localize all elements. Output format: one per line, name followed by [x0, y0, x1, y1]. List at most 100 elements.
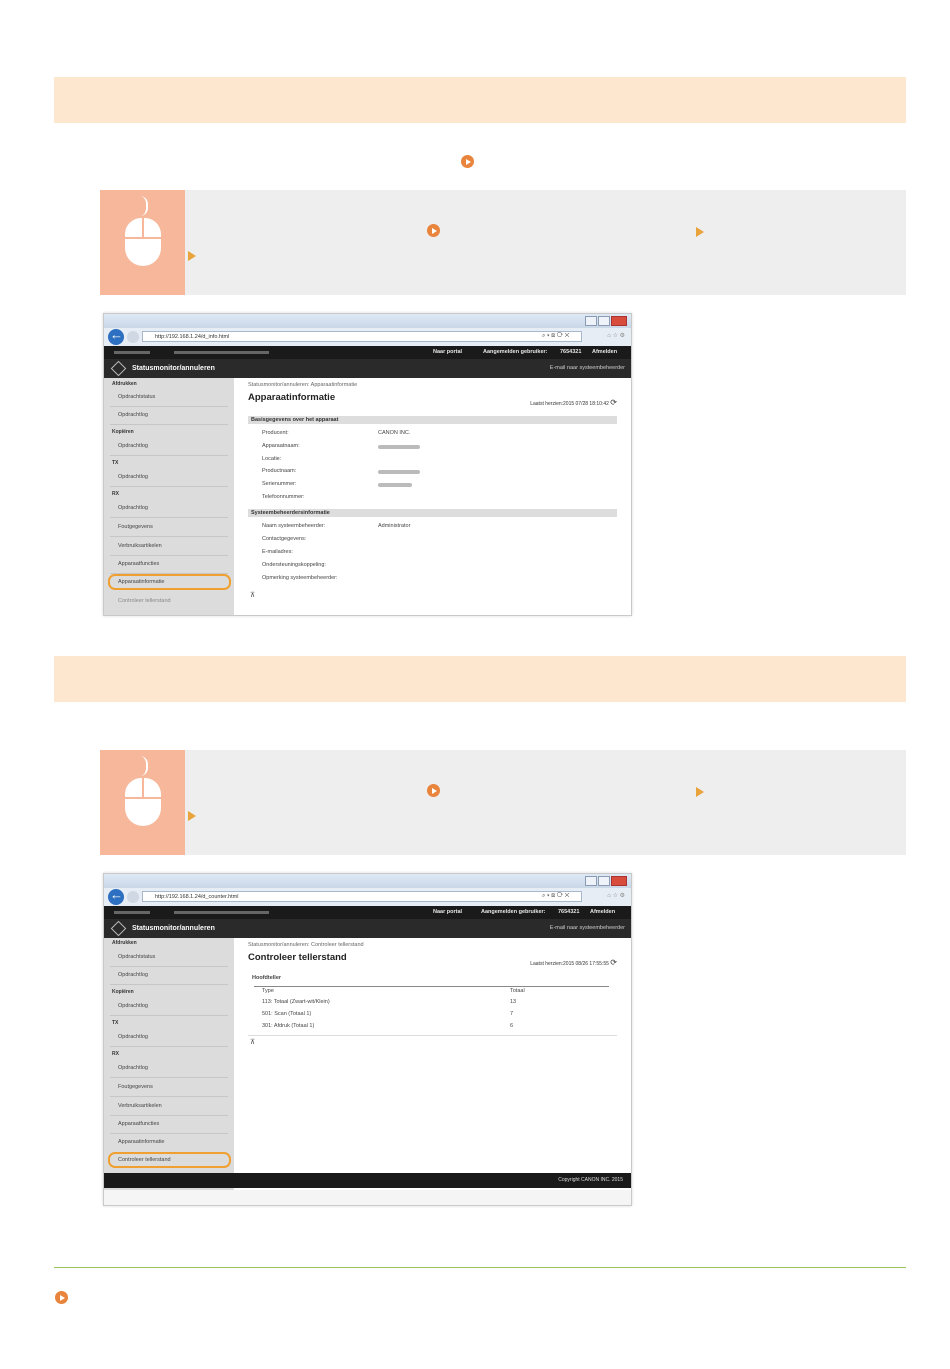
portal-link[interactable]: Naar portal: [433, 346, 462, 359]
row-manufacturer: Producent:: [262, 430, 289, 436]
col-header-type: Type: [262, 988, 274, 994]
table-row-type: 301: Afdruk (Totaal 1): [262, 1023, 315, 1029]
mouse-icon-panel: [100, 190, 185, 295]
divider: [110, 984, 228, 985]
step-arrow-icon: [696, 787, 704, 797]
redacted-device-model: [174, 911, 269, 914]
table-row-total: 7: [510, 1011, 514, 1017]
sidebar-item-error-info[interactable]: Foutgegevens: [118, 1084, 153, 1090]
logged-in-user: 7654321: [560, 349, 582, 355]
divider: [110, 1077, 228, 1078]
sidebar-item-tx-log[interactable]: Opdrachtlog: [118, 474, 148, 480]
sidebar-item-job-status[interactable]: Opdrachtstatus: [118, 394, 155, 400]
sidebar-item-counter[interactable]: Controleer tellerstand: [118, 1157, 171, 1163]
logout-link[interactable]: Afmelden: [592, 346, 617, 359]
divider: [110, 517, 228, 518]
sidebar-item-copy-log[interactable]: Opdrachtlog: [118, 443, 148, 449]
portal-link[interactable]: Naar portal: [433, 906, 462, 919]
sidebar-item-job-log[interactable]: Opdrachtlog: [118, 412, 148, 418]
related-link-arrow-icon[interactable]: [55, 1291, 68, 1304]
sidebar-item-device-features[interactable]: Apparaatfuncties: [118, 1121, 159, 1127]
link-arrow-icon[interactable]: [461, 155, 474, 168]
main-content: Statusmonitor/annuleren: Apparaatinforma…: [234, 378, 631, 615]
sidebar-item-counter[interactable]: Controleer tellerstand: [118, 598, 171, 604]
section-header-band-1: [54, 77, 906, 123]
back-icon[interactable]: [108, 327, 124, 345]
redacted-serial-value: [378, 483, 412, 487]
row-phone: Telefoonnummer:: [262, 494, 305, 500]
sidebar-item-consumables[interactable]: Verbruiksartikelen: [118, 1103, 162, 1109]
step-arrow-icon: [696, 227, 704, 237]
status-monitor-logo-icon: [110, 920, 127, 937]
address-bar: http://192.168.1.24/d_counter.html ⌕ ▾ ⊠…: [104, 887, 631, 906]
divider: [110, 455, 228, 456]
url-field[interactable]: http://192.168.1.24/d_counter.html: [142, 891, 582, 902]
maximize-icon[interactable]: [598, 876, 610, 886]
value-admin-name: Administrator: [378, 523, 411, 529]
sidebar-section-tx: TX: [112, 460, 119, 466]
sidebar-item-rx-log[interactable]: Opdrachtlog: [118, 505, 148, 511]
row-admin-name: Naam systeembeheerder:: [262, 523, 326, 529]
minimize-icon[interactable]: [585, 876, 597, 886]
sidebar-item-error-info[interactable]: Foutgegevens: [118, 524, 153, 530]
step-arrow-icon: [188, 811, 196, 821]
row-device-name: Apparaatnaam:: [262, 443, 300, 449]
email-admin-link[interactable]: E-mail naar systeembeheerder: [550, 359, 625, 378]
home-star-gear-icons[interactable]: ⌂ ☆ ⚙: [607, 332, 625, 339]
sidebar-section-copy: Kopiëren: [112, 429, 134, 435]
divider: [110, 555, 228, 556]
logout-link[interactable]: Afmelden: [590, 906, 615, 919]
page-title: Statusmonitor/annuleren: [132, 925, 215, 932]
refresh-icon[interactable]: ⟳: [610, 958, 617, 967]
col-header-total: Totaal: [510, 988, 525, 994]
logged-in-user: 7654321: [558, 909, 580, 915]
mouse-tip-box-1: [100, 190, 906, 295]
back-to-top-icon[interactable]: ⊼: [250, 591, 255, 599]
sidebar-item-device-info[interactable]: Apparaatinformatie: [118, 579, 164, 585]
divider: [110, 424, 228, 425]
sidebar-section-rx: RX: [112, 1051, 119, 1057]
table-row-total: 6: [510, 1023, 514, 1029]
sidebar-item-job-status[interactable]: Opdrachtstatus: [118, 954, 155, 960]
counter-table-title: Hoofdteller: [252, 975, 282, 981]
mouse-icon-panel: [100, 750, 185, 855]
redacted-device-name: [114, 351, 150, 354]
sidebar-item-job-log[interactable]: Opdrachtlog: [118, 972, 148, 978]
close-icon[interactable]: [611, 316, 627, 326]
minimize-icon[interactable]: [585, 316, 597, 326]
section-basic-info: Basisgegevens over het apparaat: [248, 416, 617, 424]
mouse-cord: [140, 196, 148, 216]
home-star-gear-icons[interactable]: ⌂ ☆ ⚙: [607, 892, 625, 899]
search-refresh-icons[interactable]: ⌕ ▾ ⊠ ⟳ ✕: [542, 891, 569, 902]
close-icon[interactable]: [611, 876, 627, 886]
refresh-icon[interactable]: ⟳: [610, 398, 617, 407]
sidebar-item-device-info[interactable]: Apparaatinformatie: [118, 1139, 164, 1145]
logged-in-user-label: Aangemelden gebruiker:: [481, 909, 546, 915]
page-title: Statusmonitor/annuleren: [132, 365, 215, 372]
sidebar-section-print: Afdrukken: [112, 381, 137, 387]
row-location: Locatie:: [262, 456, 282, 462]
table-row-type: 113: Totaal (Zwart-wit/Klein): [262, 999, 330, 1005]
url-field[interactable]: http://192.168.1.24/d_info.html: [142, 331, 582, 342]
sidebar-item-copy-log[interactable]: Opdrachtlog: [118, 1003, 148, 1009]
forward-icon[interactable]: [127, 331, 139, 343]
row-product-name: Productnaam:: [262, 468, 297, 474]
maximize-icon[interactable]: [598, 316, 610, 326]
divider: [110, 1096, 228, 1097]
top-navigation: Naar portal Aangemelden gebruiker: 76543…: [104, 906, 631, 919]
row-support-link: Ondersteuningskoppeling:: [262, 562, 326, 568]
sidebar-item-consumables[interactable]: Verbruiksartikelen: [118, 543, 162, 549]
email-admin-link[interactable]: E-mail naar systeembeheerder: [550, 919, 625, 938]
forward-icon[interactable]: [127, 891, 139, 903]
sidebar-item-rx-log[interactable]: Opdrachtlog: [118, 1065, 148, 1071]
divider: [110, 1115, 228, 1116]
sidebar-item-tx-log[interactable]: Opdrachtlog: [118, 1034, 148, 1040]
mouse-icon: [125, 218, 161, 266]
back-to-top-icon[interactable]: ⊼: [250, 1038, 255, 1046]
step-circle-arrow-icon: [427, 224, 440, 237]
mouse-tip-box-2: [100, 750, 906, 855]
sidebar-item-device-features[interactable]: Apparaatfuncties: [118, 561, 159, 567]
search-refresh-icons[interactable]: ⌕ ▾ ⊠ ⟳ ✕: [542, 331, 569, 342]
back-icon[interactable]: [108, 887, 124, 905]
breadcrumb: Statusmonitor/annuleren: Controleer tell…: [248, 942, 364, 948]
